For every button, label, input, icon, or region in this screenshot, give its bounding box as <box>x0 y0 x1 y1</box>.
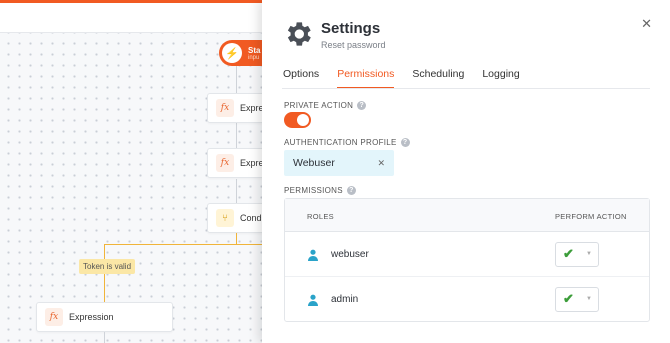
start-node-sub: inpu <box>248 54 260 61</box>
branch-connector <box>104 244 105 304</box>
chevron-down-icon: ▼ <box>586 251 592 257</box>
toggle-knob <box>297 114 309 126</box>
branch-label: Token is valid <box>79 259 136 274</box>
table-row: webuser ✔ ▼ <box>285 232 649 277</box>
function-icon: fx <box>45 308 63 326</box>
private-action-label: PRIVATE ACTION ? <box>284 101 367 110</box>
role-name: webuser <box>331 249 369 260</box>
help-icon[interactable]: ? <box>400 138 410 147</box>
help-icon[interactable]: ? <box>346 186 356 195</box>
function-icon: fx <box>216 154 234 172</box>
tab-divider <box>282 88 650 89</box>
user-icon <box>308 249 318 261</box>
connector <box>236 179 237 203</box>
tab-scheduling[interactable]: Scheduling <box>412 68 464 89</box>
close-icon[interactable]: ✕ <box>641 16 652 32</box>
panel-title: Settings <box>321 20 381 37</box>
tab-bar: Options Permissions Scheduling Logging <box>283 68 538 89</box>
gear-icon <box>287 22 311 46</box>
tab-logging[interactable]: Logging <box>482 68 519 89</box>
remove-icon[interactable]: ✕ <box>377 158 385 169</box>
accent-bar <box>0 0 262 3</box>
settings-panel: Settings Reset password ✕ Options Permis… <box>262 0 670 343</box>
user-icon <box>308 294 318 306</box>
node-label: Expression <box>69 312 114 322</box>
chevron-down-icon: ▼ <box>586 296 592 302</box>
permissions-label: PERMISSIONS ? <box>284 186 356 195</box>
expression-node[interactable]: fx Expression <box>36 302 173 332</box>
auth-profile-chip[interactable]: Webuser ✕ <box>284 150 394 176</box>
tab-options[interactable]: Options <box>283 68 319 89</box>
function-icon: fx <box>216 99 234 117</box>
connector <box>236 123 237 150</box>
table-header: ROLES PERFORM ACTION <box>285 199 649 232</box>
table-row: admin ✔ ▼ <box>285 277 649 322</box>
connector <box>104 332 105 343</box>
role-name: admin <box>331 294 359 305</box>
tab-permissions[interactable]: Permissions <box>337 68 395 89</box>
canvas-toolbar <box>0 3 262 33</box>
branch-connector <box>104 244 262 245</box>
connector <box>236 66 237 96</box>
help-icon[interactable]: ? <box>357 101 367 110</box>
condition-icon: ⑂ <box>216 209 234 227</box>
column-perform-action: PERFORM ACTION <box>555 212 627 221</box>
perform-action-select[interactable]: ✔ ▼ <box>555 287 599 312</box>
bolt-icon: ⚡ <box>222 43 242 63</box>
start-node-label: Sta <box>248 45 261 55</box>
column-roles: ROLES <box>307 212 334 221</box>
check-icon: ✔ <box>563 246 574 261</box>
private-action-toggle[interactable] <box>284 112 311 128</box>
panel-subtitle: Reset password <box>321 40 386 50</box>
perform-action-select[interactable]: ✔ ▼ <box>555 242 599 267</box>
check-icon: ✔ <box>563 291 574 306</box>
auth-profile-value: Webuser <box>293 157 335 169</box>
permissions-table: ROLES PERFORM ACTION webuser ✔ ▼ admin ✔… <box>284 198 650 322</box>
auth-profile-label: AUTHENTICATION PROFILE ? <box>284 138 410 147</box>
